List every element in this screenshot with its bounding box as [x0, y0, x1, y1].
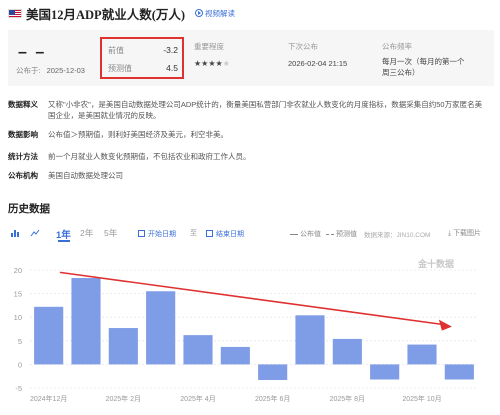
- start-date-picker[interactable]: 开始日期: [138, 228, 176, 239]
- published-date: 公布于: 2025-12-03: [16, 65, 85, 76]
- calendar-icon: [138, 230, 145, 237]
- page-header: 美国12月ADP就业人数(万人) 视频解读: [8, 6, 235, 22]
- history-toolbar: 1年 2年 5年 开始日期 至 结束日期 公布值 预测值 数据来源：JIN10.…: [8, 226, 494, 242]
- y-tick-label: 15: [14, 290, 22, 299]
- y-tick-label: 5: [18, 337, 22, 346]
- forecast-row: 预测值 4.5: [108, 63, 178, 74]
- download-icon: ⤓: [448, 230, 452, 237]
- data-bar: [295, 315, 325, 365]
- data-bar: [220, 346, 250, 365]
- data-source: 数据来源：JIN10.COM: [364, 232, 431, 239]
- star-empty-icon: ★: [222, 59, 230, 68]
- x-tick-label: 2025年 8月: [330, 394, 365, 403]
- interpretation-text-line2: 国企业，是美国就业情况的反映。: [48, 111, 161, 120]
- actual-value: – –: [18, 44, 47, 61]
- data-bar: [407, 344, 437, 365]
- history-bar-chart: -5 0 5 10 15 20 2024年12月 2025年 2月 2025年 4月 2025年 …: [14, 266, 478, 403]
- us-flag-icon: [8, 8, 22, 18]
- date-to-label: 至: [190, 230, 197, 237]
- download-image-button[interactable]: ⤓ 下载图片: [448, 228, 481, 238]
- interpretation-text-line1: 又称"小非农"，是美国自动数据处理公司ADP统计的，衡量美国私营部门非农就业人数…: [48, 100, 483, 109]
- play-icon: [195, 9, 204, 17]
- y-tick-label: 10: [14, 313, 22, 322]
- trend-arrow-line: [59, 271, 444, 326]
- data-bar: [34, 306, 64, 365]
- x-tick-label: 2025年 6月: [255, 394, 290, 403]
- x-tick-label: 2025年 2月: [106, 394, 141, 403]
- previous-row: 前值 -3.2: [108, 45, 178, 56]
- forecast-value: 4.5: [166, 63, 178, 73]
- stats-panel: – – 公布于: 2025-12-03 前值 -3.2 预测值 4.5 重要程度 …: [8, 30, 494, 86]
- data-bar: [444, 364, 474, 380]
- line-chart-icon[interactable]: [30, 228, 40, 238]
- legend-forecast-swatch: [326, 233, 334, 235]
- data-bar: [108, 328, 138, 365]
- y-tick-label: 0: [18, 360, 22, 369]
- bar-chart-icon[interactable]: [10, 228, 20, 238]
- data-bar: [370, 364, 400, 380]
- method-text: 前一个月就业人数变化预期值，不包括农业和政府工作人员。: [48, 152, 251, 161]
- interpretation-text: 又称"小非农"，是美国自动数据处理公司ADP统计的，衡量美国私营部门非农就业人数…: [48, 99, 488, 121]
- range-active-underline: [58, 240, 70, 242]
- x-tick-label: 2025年 10月: [402, 394, 441, 403]
- range-2y-tab[interactable]: 2年: [80, 227, 93, 239]
- download-label: 下载图片: [453, 230, 482, 237]
- previous-label: 前值: [108, 46, 124, 55]
- end-date-picker[interactable]: 结束日期: [206, 228, 244, 239]
- calendar-icon: [206, 230, 213, 237]
- organization-text: 美国自动数据处理公司: [48, 171, 123, 180]
- published-date-value: 2025-12-03: [46, 66, 85, 75]
- data-bar: [146, 291, 176, 365]
- video-interpretation-link[interactable]: 视频解读: [195, 8, 235, 19]
- highlight-box: 前值 -3.2 预测值 4.5: [100, 37, 184, 79]
- trend-arrow-head: [438, 319, 452, 331]
- next-release-column: 下次公布 2026-02-04 21:15: [288, 41, 347, 69]
- star-icon: ★★★★: [194, 59, 223, 68]
- previous-value: -3.2: [163, 45, 178, 55]
- y-tick-label: 20: [14, 266, 22, 275]
- data-bar: [332, 338, 362, 365]
- interpretation-label: 数据释义: [8, 100, 38, 109]
- video-interpretation-label: 视频解读: [205, 8, 236, 18]
- forecast-label: 预测值: [108, 64, 132, 73]
- impact-text: 公布值＞预期值，则利好美国经济及美元，利空非美。: [48, 130, 228, 139]
- start-date-label: 开始日期: [148, 230, 176, 238]
- importance-column: 重要程度 ★★★★★: [194, 41, 230, 69]
- x-tick-label: 2024年12月: [30, 394, 67, 403]
- data-bar: [71, 278, 101, 365]
- published-label: 公布于:: [16, 66, 41, 75]
- page-title: 美国12月ADP就业人数(万人): [26, 7, 186, 22]
- range-1y-tab[interactable]: 1年: [56, 227, 71, 241]
- x-tick-label: 2025年 4月: [180, 394, 215, 403]
- data-bar: [183, 335, 213, 365]
- importance-stars: ★★★★★: [194, 58, 230, 69]
- impact-label: 数据影响: [8, 130, 38, 139]
- frequency-value-line1: 每月一次（每月的第一个: [382, 57, 465, 66]
- frequency-value-line2: 周三公布）: [382, 68, 420, 77]
- legend-forecast-label: 预测值: [336, 231, 357, 238]
- legend-actual[interactable]: 公布值: [290, 229, 321, 239]
- legend-forecast[interactable]: 预测值: [326, 229, 357, 239]
- method-label: 统计方法: [8, 152, 38, 161]
- organization-label: 公布机构: [8, 171, 38, 180]
- frequency-label: 公布频率: [382, 42, 412, 51]
- history-title: 历史数据: [8, 203, 50, 215]
- next-release-value: 2026-02-04 21:15: [288, 59, 348, 68]
- range-5y-tab[interactable]: 5年: [104, 227, 117, 239]
- data-bar: [258, 364, 288, 380]
- legend-actual-swatch: [290, 233, 298, 235]
- end-date-label: 结束日期: [216, 230, 244, 238]
- next-release-label: 下次公布: [288, 42, 318, 51]
- frequency-column: 公布频率 每月一次（每月的第一个 周三公布）: [382, 41, 465, 78]
- legend-actual-label: 公布值: [300, 231, 321, 238]
- y-tick-label: -5: [15, 384, 22, 393]
- importance-label: 重要程度: [194, 42, 224, 51]
